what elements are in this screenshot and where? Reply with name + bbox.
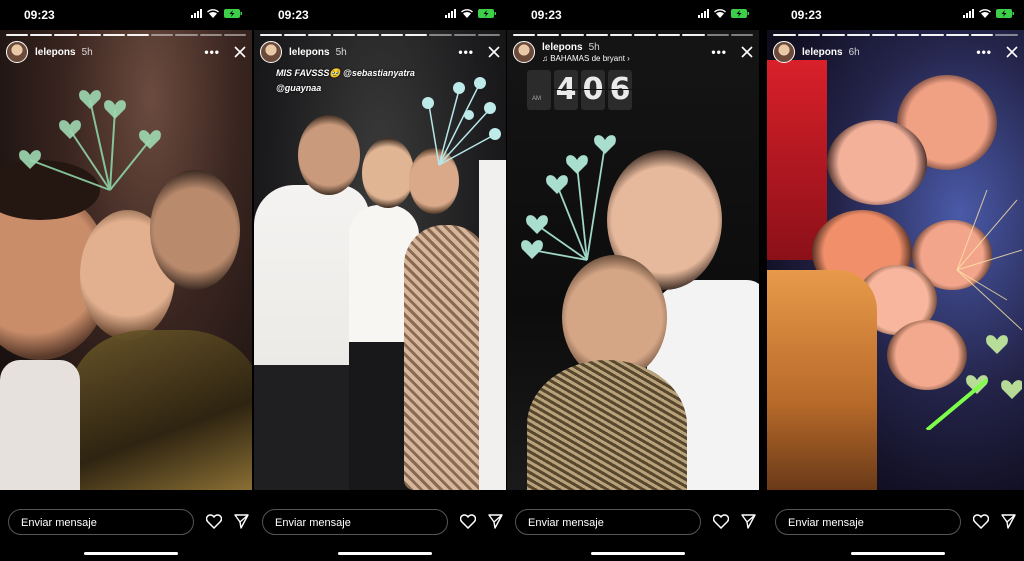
- battery-charging-icon: [731, 9, 749, 18]
- story-photo: [767, 30, 1024, 490]
- status-time: 09:23: [278, 8, 309, 22]
- status-time: 09:23: [791, 8, 822, 22]
- avatar[interactable]: [513, 41, 535, 63]
- story-content[interactable]: lelepons 5h •••: [0, 30, 252, 490]
- status-time: 09:23: [531, 8, 562, 22]
- clock-am: AM: [527, 70, 551, 110]
- username[interactable]: lelepons: [802, 47, 843, 58]
- story-photo: [0, 30, 252, 490]
- story-header: lelepons 5h •••: [6, 40, 246, 64]
- close-icon[interactable]: [741, 46, 753, 58]
- more-icon[interactable]: •••: [204, 45, 220, 59]
- story-panel-4: 09:23 lelepons 6h ••• Enviar mensaje: [767, 0, 1024, 561]
- signal-icon: [191, 9, 202, 18]
- status-time: 09:23: [24, 8, 55, 22]
- close-icon[interactable]: [488, 46, 500, 58]
- avatar[interactable]: [260, 41, 282, 63]
- heart-icon[interactable]: [973, 514, 989, 529]
- wifi-icon: [207, 9, 219, 18]
- clock-sticker[interactable]: AM 4 0 6: [527, 70, 632, 110]
- signal-icon: [698, 9, 709, 18]
- caption-line[interactable]: MIS FAVSSS🥹 @sebastianyatra: [276, 66, 415, 81]
- wifi-icon: [461, 9, 473, 18]
- story-panel-2: 09:23 MIS FAVSSS🥹 @sebastianyatra @guayn…: [254, 0, 506, 561]
- story-age: 5h: [335, 46, 347, 58]
- story-footer: Enviar mensaje: [507, 490, 759, 561]
- more-icon[interactable]: •••: [458, 45, 474, 59]
- home-indicator[interactable]: [851, 552, 945, 555]
- story-progress: [260, 34, 501, 36]
- caption-line[interactable]: @guaynaa: [276, 81, 415, 96]
- status-bar: 09:23: [0, 0, 252, 30]
- story-progress: [513, 34, 754, 36]
- message-input[interactable]: Enviar mensaje: [515, 509, 701, 535]
- story-header: lelepons 5h •••: [260, 40, 500, 64]
- story-header: lelepons 5h ♫ BAHAMAS de bryant › •••: [513, 40, 753, 64]
- home-indicator[interactable]: [84, 552, 178, 555]
- close-icon[interactable]: [234, 46, 246, 58]
- story-progress: [773, 34, 1019, 36]
- clock-digit: 6: [608, 70, 632, 110]
- story-content[interactable]: MIS FAVSSS🥹 @sebastianyatra @guaynaa lel…: [254, 30, 506, 490]
- send-icon[interactable]: [741, 514, 756, 529]
- username[interactable]: lelepons: [35, 47, 76, 58]
- status-bar: 09:23: [507, 0, 759, 30]
- story-age: 5h: [81, 46, 93, 58]
- story-caption[interactable]: MIS FAVSSS🥹 @sebastianyatra @guaynaa: [276, 66, 415, 96]
- story-age: 6h: [848, 46, 860, 58]
- username[interactable]: lelepons: [289, 47, 330, 58]
- signal-icon: [963, 9, 974, 18]
- story-panel-3: 09:23 AM 4 0 6 lelepons 5h ♫ BAHAMAS de …: [507, 0, 759, 561]
- heart-icon[interactable]: [713, 514, 729, 529]
- music-label[interactable]: ♫ BAHAMAS de bryant ›: [542, 54, 630, 63]
- status-bar: 09:23: [254, 0, 506, 30]
- username[interactable]: lelepons: [542, 42, 583, 53]
- message-input[interactable]: Enviar mensaje: [775, 509, 961, 535]
- more-icon[interactable]: •••: [976, 45, 992, 59]
- heart-icon[interactable]: [206, 514, 222, 529]
- signal-icon: [445, 9, 456, 18]
- heart-icon[interactable]: [460, 514, 476, 529]
- send-icon[interactable]: [234, 514, 249, 529]
- message-input[interactable]: Enviar mensaje: [262, 509, 448, 535]
- status-bar: 09:23: [767, 0, 1024, 30]
- home-indicator[interactable]: [591, 552, 685, 555]
- avatar[interactable]: [6, 41, 28, 63]
- story-footer: Enviar mensaje: [254, 490, 506, 561]
- story-footer: Enviar mensaje: [0, 490, 252, 561]
- send-icon[interactable]: [1001, 514, 1016, 529]
- clock-digit: 4: [554, 70, 578, 110]
- story-header: lelepons 6h •••: [773, 40, 1018, 64]
- story-progress: [6, 34, 247, 36]
- story-photo: [254, 30, 506, 490]
- close-icon[interactable]: [1006, 46, 1018, 58]
- wifi-icon: [979, 9, 991, 18]
- avatar[interactable]: [773, 41, 795, 63]
- story-footer: Enviar mensaje: [767, 490, 1024, 561]
- clock-digit: 0: [581, 70, 605, 110]
- message-input[interactable]: Enviar mensaje: [8, 509, 194, 535]
- story-content[interactable]: AM 4 0 6 lelepons 5h ♫ BAHAMAS de bryant…: [507, 30, 759, 490]
- story-content[interactable]: lelepons 6h •••: [767, 30, 1024, 490]
- story-age: 5h: [588, 41, 600, 53]
- story-panel-1: 09:23 lelepons 5h ••• Enviar mensaje: [0, 0, 252, 561]
- send-icon[interactable]: [488, 514, 503, 529]
- home-indicator[interactable]: [338, 552, 432, 555]
- battery-charging-icon: [224, 9, 242, 18]
- battery-charging-icon: [996, 9, 1014, 18]
- wifi-icon: [714, 9, 726, 18]
- battery-charging-icon: [478, 9, 496, 18]
- more-icon[interactable]: •••: [711, 45, 727, 59]
